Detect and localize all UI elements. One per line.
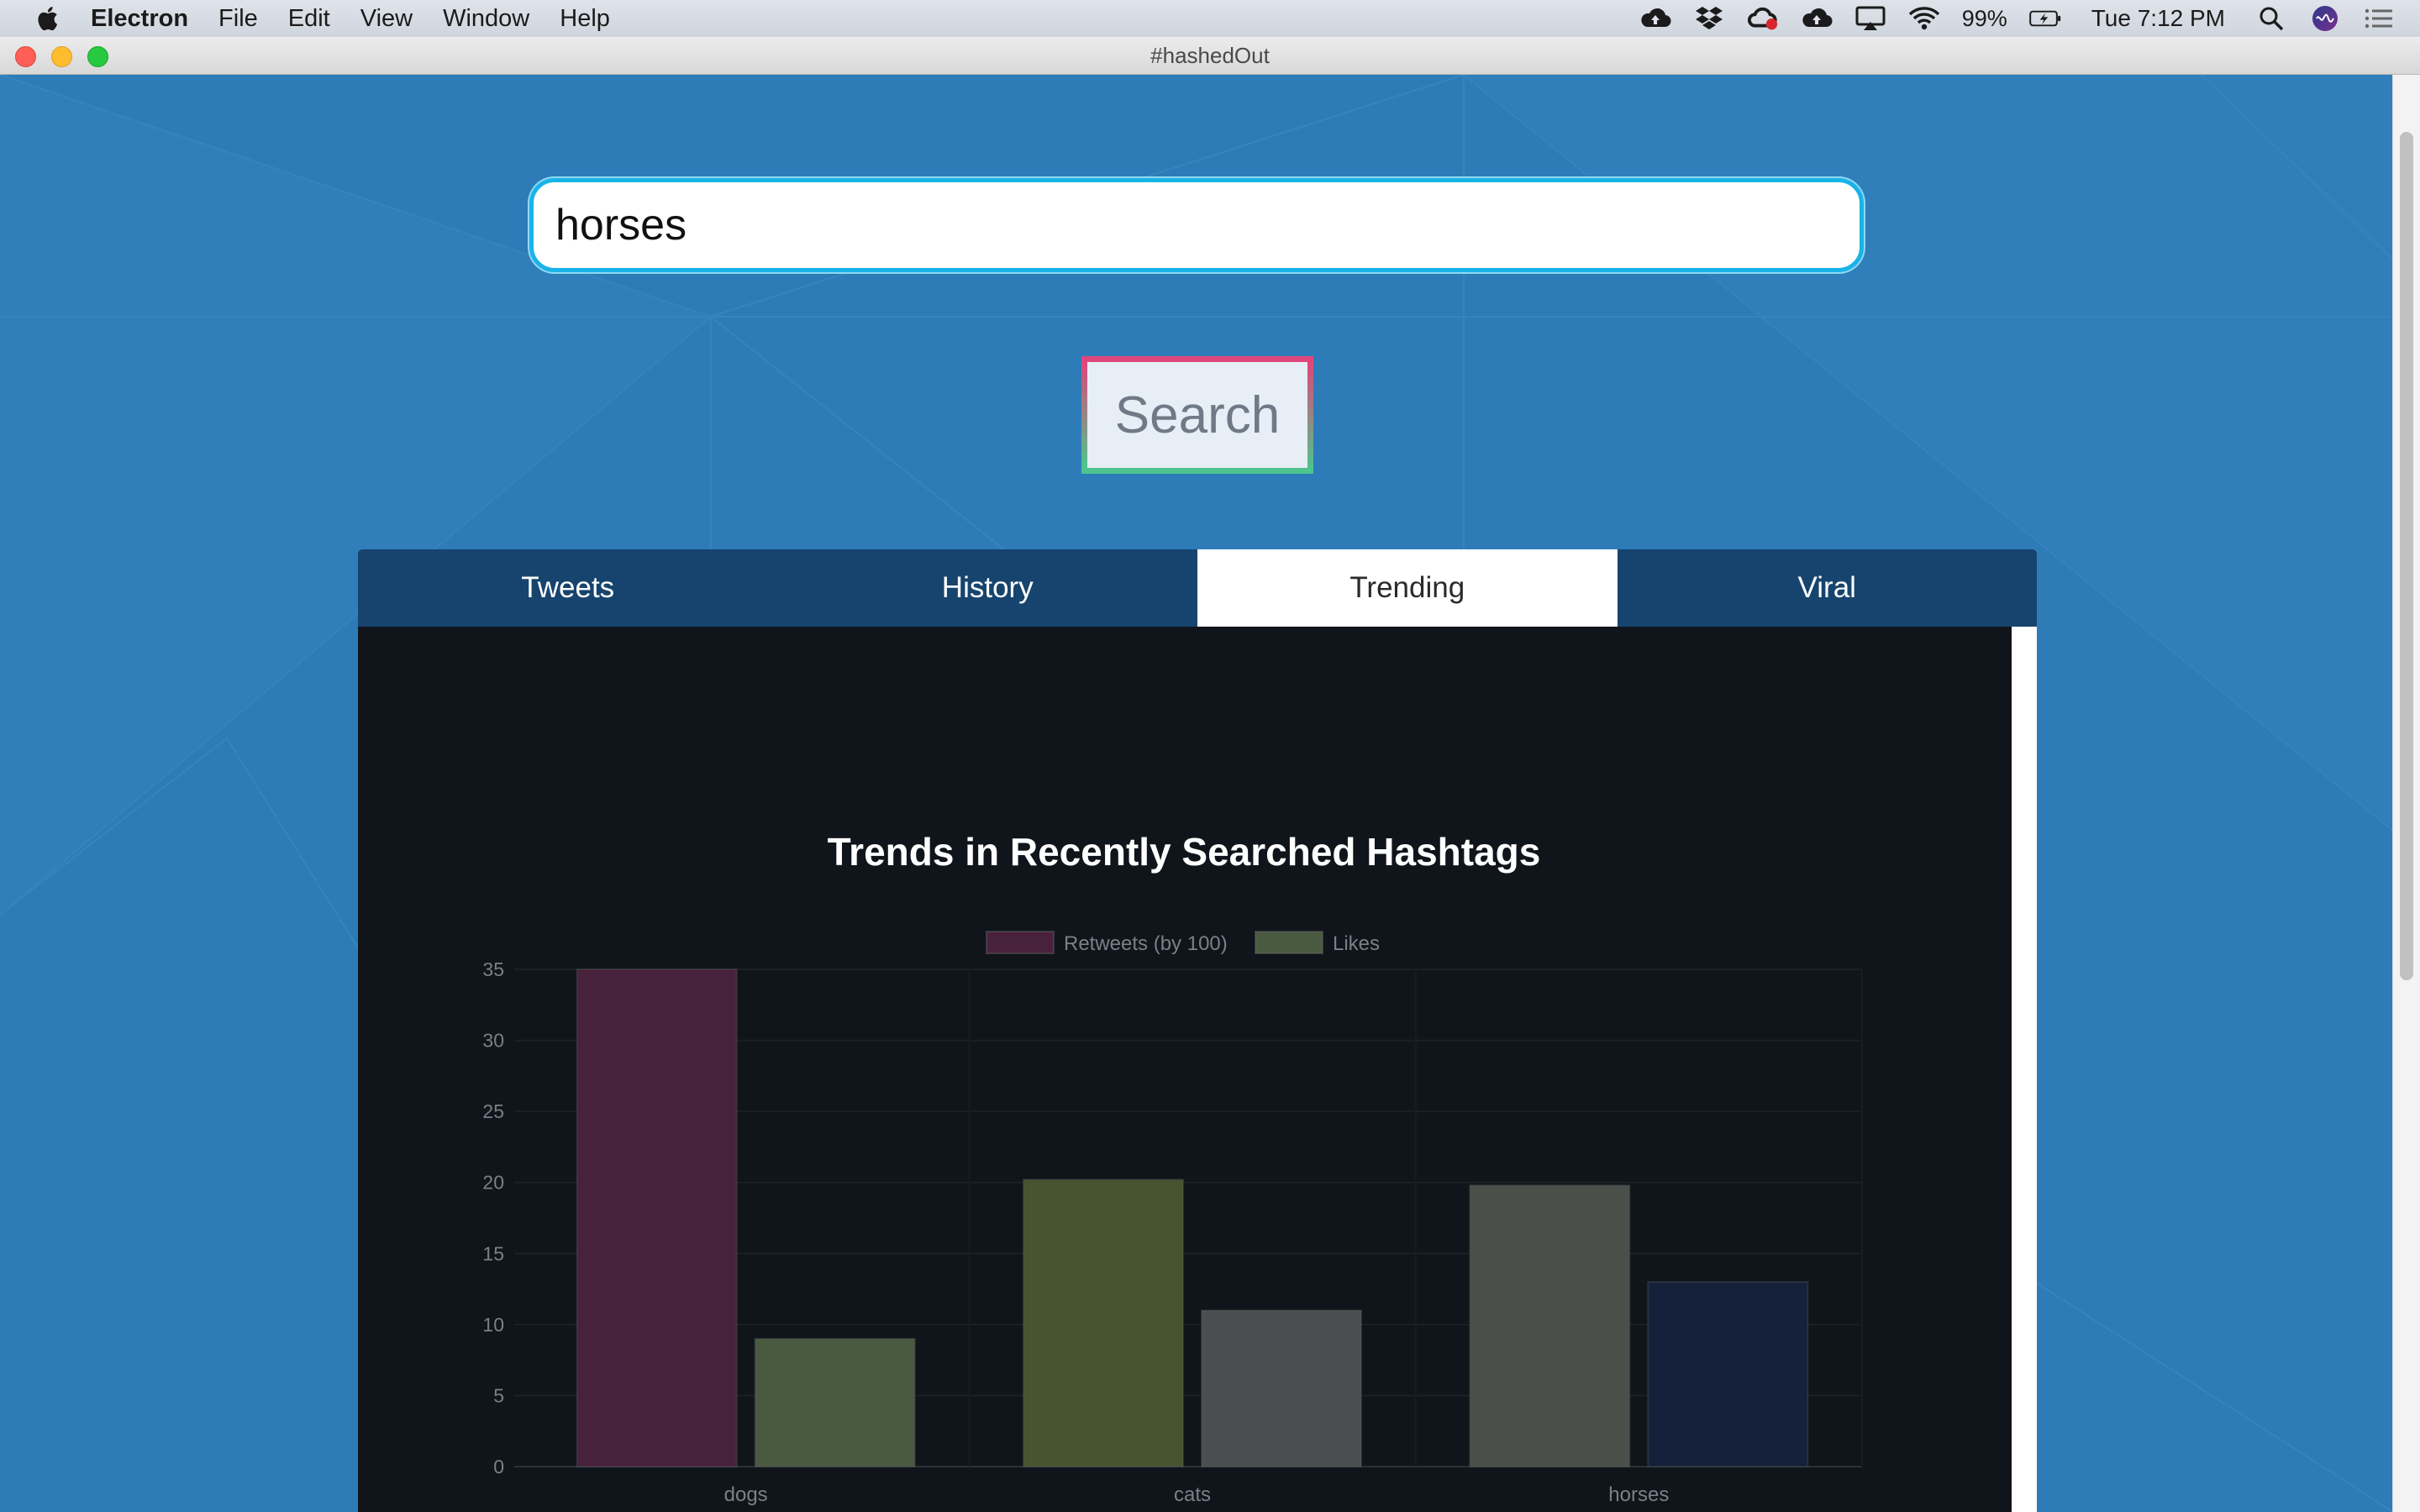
bar-cats-0 bbox=[1023, 1179, 1184, 1467]
bar-horses-0 bbox=[1469, 1184, 1631, 1468]
window-title-bar: #hashedOut bbox=[0, 37, 2420, 75]
app-menu[interactable]: Electron bbox=[91, 5, 188, 33]
x-tick-label: horses bbox=[1608, 1483, 1669, 1506]
legend-swatch bbox=[986, 931, 1055, 954]
bar-cats-1 bbox=[1201, 1309, 1362, 1468]
menu-bar: Electron File Edit View Window Help 99% … bbox=[0, 0, 2420, 37]
menu-edit[interactable]: Edit bbox=[288, 5, 330, 33]
y-tick-label: 5 bbox=[493, 1384, 504, 1406]
y-tick-label: 20 bbox=[482, 1172, 504, 1194]
bar-dogs-1 bbox=[754, 1337, 916, 1467]
window-zoom-button[interactable] bbox=[87, 46, 108, 67]
wifi-icon[interactable] bbox=[1908, 6, 1940, 31]
y-tick-label: 30 bbox=[482, 1030, 504, 1052]
scrollbar-thumb[interactable] bbox=[2400, 132, 2413, 980]
bar-horses-1 bbox=[1647, 1281, 1809, 1467]
x-tick-label: dogs bbox=[724, 1483, 768, 1506]
window-title: #hashedOut bbox=[1150, 42, 1270, 68]
window-scrollbar[interactable] bbox=[2392, 75, 2420, 1512]
battery-icon[interactable] bbox=[2028, 6, 2061, 31]
y-tick-label: 10 bbox=[482, 1314, 504, 1336]
notification-center-icon[interactable] bbox=[2363, 6, 2395, 31]
legend-swatch bbox=[1255, 931, 1323, 954]
window-close-button[interactable] bbox=[15, 46, 36, 67]
menu-bar-clock[interactable]: Tue 7:12 PM bbox=[2091, 5, 2225, 32]
y-tick-label: 25 bbox=[482, 1100, 504, 1122]
menu-window[interactable]: Window bbox=[443, 5, 529, 33]
window-controls bbox=[15, 46, 108, 67]
menu-help[interactable]: Help bbox=[560, 5, 610, 33]
tab-history[interactable]: History bbox=[778, 549, 1198, 627]
creative-cloud-icon[interactable] bbox=[1747, 6, 1779, 31]
bar-chart: Trends in Recently Searched Hashtags 0 5 1… bbox=[482, 830, 1863, 1506]
airplay-icon[interactable] bbox=[1854, 6, 1886, 31]
search-input[interactable] bbox=[529, 178, 1864, 272]
tab-tweets[interactable]: Tweets bbox=[358, 549, 778, 627]
y-tick-label: 35 bbox=[482, 958, 504, 980]
menu-view[interactable]: View bbox=[360, 5, 413, 33]
results-panel: Tweets History Trending Viral Trends in … bbox=[358, 549, 2037, 1512]
panel-scroll-strip bbox=[2012, 627, 2037, 1512]
app-content: Search Tweets History Trending Viral Tre… bbox=[0, 75, 2393, 1512]
apple-menu-icon[interactable] bbox=[34, 4, 59, 33]
y-tick-label: 15 bbox=[482, 1242, 504, 1264]
tab-bar: Tweets History Trending Viral bbox=[358, 549, 2037, 627]
spotlight-search-icon[interactable] bbox=[2255, 6, 2287, 31]
menu-file[interactable]: File bbox=[218, 5, 258, 33]
x-tick-label: cats bbox=[1174, 1483, 1211, 1506]
search-button[interactable]: Search bbox=[1081, 356, 1313, 474]
trending-chart: Trends in Recently Searched Hashtags 0 5 1… bbox=[358, 627, 2012, 1512]
cloud-sync-icon[interactable] bbox=[1801, 6, 1833, 31]
chart-title: Trends in Recently Searched Hashtags bbox=[828, 830, 1541, 874]
siri-icon[interactable] bbox=[2309, 6, 2341, 31]
dropbox-icon[interactable] bbox=[1693, 6, 1725, 31]
legend-label: Likes bbox=[1333, 932, 1380, 955]
battery-percentage: 99% bbox=[1961, 5, 2007, 31]
window-minimize-button[interactable] bbox=[51, 46, 72, 67]
bar-dogs-0 bbox=[576, 969, 738, 1467]
tab-trending[interactable]: Trending bbox=[1197, 549, 1618, 627]
legend-label: Retweets (by 100) bbox=[1064, 932, 1228, 955]
tab-viral[interactable]: Viral bbox=[1618, 549, 2038, 627]
y-tick-label: 0 bbox=[493, 1456, 504, 1478]
cloud-upload-icon[interactable] bbox=[1639, 6, 1671, 31]
